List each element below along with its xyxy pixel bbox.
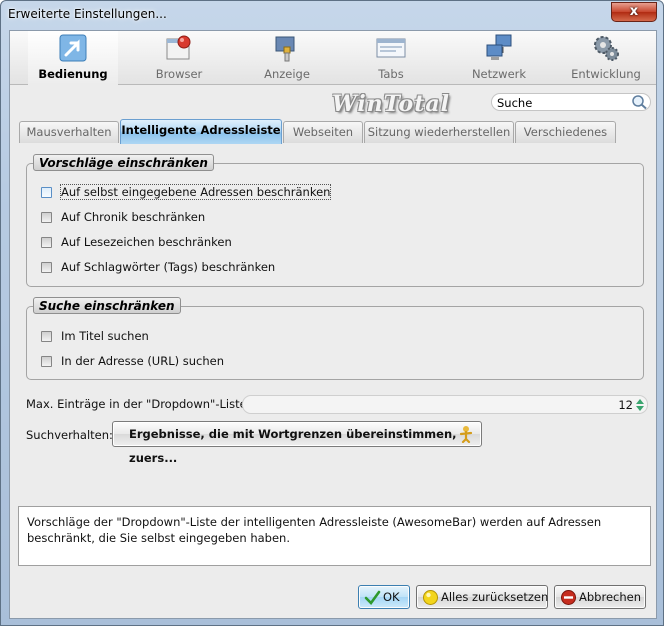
checkbox-label[interactable]: Auf Chronik beschränken bbox=[61, 210, 205, 224]
search-behavior-label: Suchverhalten: bbox=[26, 428, 113, 442]
max-entries-spinner[interactable]: 12 bbox=[242, 395, 648, 414]
tabs-window-icon bbox=[376, 38, 406, 58]
max-entries-value[interactable]: 12 bbox=[618, 398, 633, 412]
max-entries-label: Max. Einträge in der "Dropdown"-Liste: bbox=[26, 397, 251, 411]
cursor-arrow-icon bbox=[59, 34, 87, 62]
checkbox-label[interactable]: Auf selbst eingegebene Adressen beschrän… bbox=[59, 184, 332, 200]
checkbox[interactable] bbox=[41, 356, 52, 367]
search-box[interactable] bbox=[491, 93, 651, 111]
toolbar-label: Anzeige bbox=[264, 67, 310, 81]
group-suche-einschraenken: Suche einschränken Im Titel suchen In de… bbox=[26, 297, 644, 380]
tab-intelligente-adressleiste[interactable]: Intelligente Adressleiste bbox=[120, 119, 282, 144]
toolbar-item-browser[interactable]: Browser bbox=[134, 31, 224, 85]
close-icon: x bbox=[629, 4, 639, 19]
category-toolbar: Bedienung Browser Anzeige Tabs Netzwerk … bbox=[10, 31, 656, 85]
search-input[interactable] bbox=[497, 95, 627, 110]
reset-all-button[interactable]: Alles zurücksetzen bbox=[416, 585, 548, 609]
toolbar-label: Netzwerk bbox=[471, 67, 527, 81]
close-button[interactable]: x bbox=[611, 2, 657, 22]
toolbar-item-anzeige[interactable]: Anzeige bbox=[242, 31, 332, 85]
tab-webseiten[interactable]: Webseiten bbox=[283, 121, 363, 143]
group-vorschlaege-einschraenken: Vorschläge einschränken Auf selbst einge… bbox=[26, 154, 644, 287]
toolbar-label: Entwicklung bbox=[571, 67, 641, 81]
search-icon[interactable] bbox=[631, 94, 648, 110]
group-title: Suche einschränken bbox=[33, 297, 181, 314]
reset-all-label: Alles zurücksetzen bbox=[441, 590, 549, 604]
toolbar-label: Tabs bbox=[378, 67, 404, 81]
toolbar-item-bedienung[interactable]: Bedienung bbox=[28, 31, 118, 85]
search-behavior-dropdown[interactable]: Ergebnisse, die mit Wortgrenzen übereins… bbox=[112, 421, 482, 465]
window: Erweiterte Einstellungen... x Bedienung bbox=[0, 0, 664, 626]
checkbox[interactable] bbox=[41, 331, 52, 342]
cancel-icon bbox=[561, 590, 576, 605]
dialog-client: Bedienung Browser Anzeige Tabs Netzwerk … bbox=[9, 30, 657, 619]
tab-mausverhalten[interactable]: Mausverhalten bbox=[19, 121, 119, 143]
checkbox[interactable] bbox=[41, 187, 52, 198]
tab-sitzung-wiederherstellen[interactable]: Sitzung wiederherstellen bbox=[364, 121, 514, 143]
toolbar-item-tabs[interactable]: Tabs bbox=[346, 31, 436, 85]
paint-brush-icon bbox=[275, 36, 295, 62]
cancel-button[interactable]: Abbrechen bbox=[554, 585, 646, 609]
search-behavior-value: Ergebnisse, die mit Wortgrenzen übereins… bbox=[129, 427, 457, 465]
checkbox[interactable] bbox=[41, 237, 52, 248]
toolbar-label: Browser bbox=[155, 67, 203, 81]
toolbar-label: Bedienung bbox=[38, 67, 108, 81]
checkmark-icon bbox=[364, 590, 381, 605]
toolbar-item-entwicklung[interactable]: Entwicklung bbox=[561, 31, 651, 85]
gears-icon bbox=[594, 36, 619, 61]
checkbox-label[interactable]: In der Adresse (URL) suchen bbox=[61, 354, 224, 368]
group-title: Vorschläge einschränken bbox=[33, 154, 214, 171]
title-bar: Erweiterte Einstellungen... x bbox=[1, 1, 663, 29]
window-title: Erweiterte Einstellungen... bbox=[8, 7, 167, 21]
yellow-dot-icon bbox=[423, 590, 438, 605]
pointer-figure-icon bbox=[459, 426, 473, 443]
brand-logo: WinTotal bbox=[332, 91, 450, 117]
tab-strip: Mausverhalten Intelligente Adressleiste … bbox=[19, 119, 649, 144]
ok-button[interactable]: OK bbox=[358, 585, 410, 609]
ok-label: OK bbox=[383, 590, 400, 604]
browser-globe-icon bbox=[166, 35, 191, 60]
description-box: Vorschläge der "Dropdown"-Liste der inte… bbox=[18, 506, 651, 566]
checkbox-label[interactable]: Im Titel suchen bbox=[61, 329, 149, 343]
checkbox[interactable] bbox=[41, 262, 52, 273]
toolbar-item-netzwerk[interactable]: Netzwerk bbox=[454, 31, 544, 85]
network-computers-icon bbox=[486, 34, 512, 60]
checkbox-label[interactable]: Auf Schlagwörter (Tags) beschränken bbox=[61, 260, 275, 274]
spinner-arrows-icon[interactable] bbox=[635, 397, 645, 413]
tab-verschiedenes[interactable]: Verschiedenes bbox=[515, 121, 616, 143]
cancel-label: Abbrechen bbox=[579, 590, 641, 604]
checkbox[interactable] bbox=[41, 212, 52, 223]
checkbox-label[interactable]: Auf Lesezeichen beschränken bbox=[61, 235, 232, 249]
